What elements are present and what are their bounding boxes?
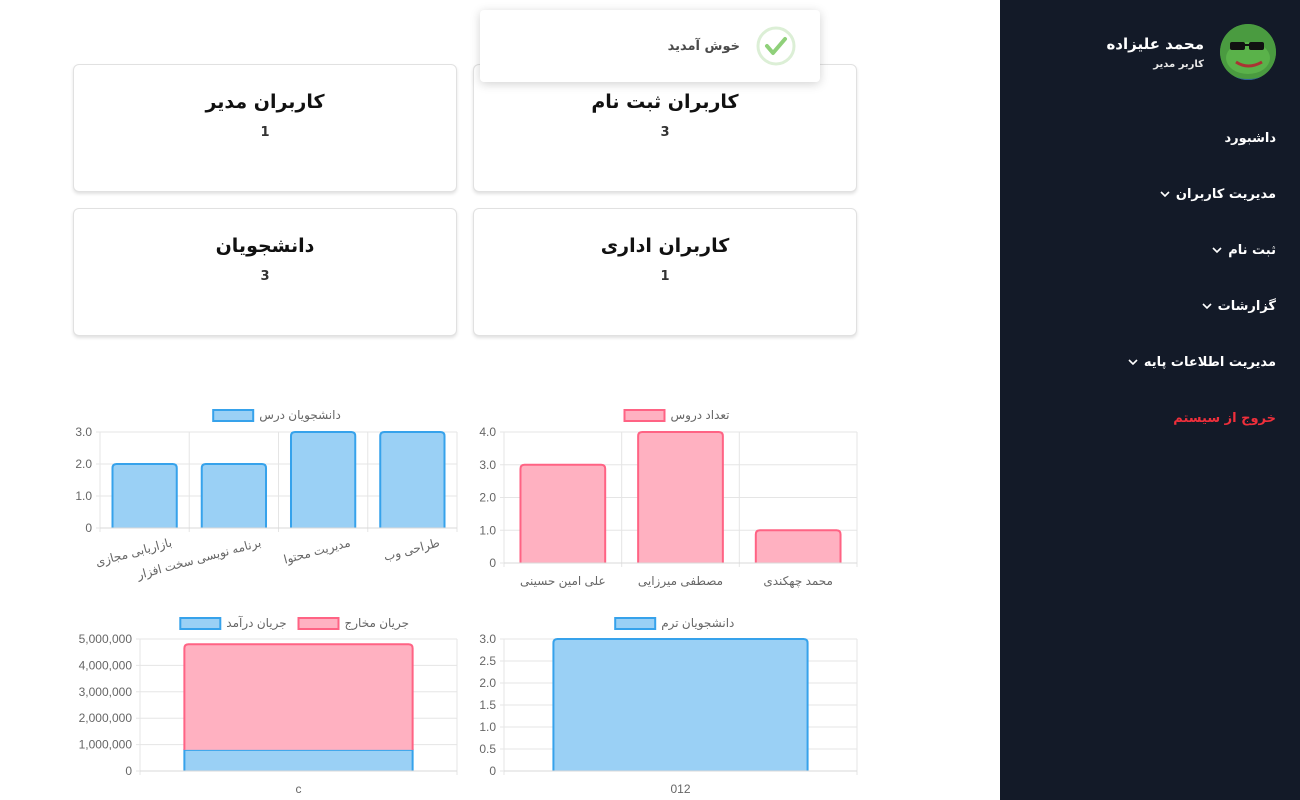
y-tick-label: 0 <box>489 764 496 778</box>
chevron-down-icon <box>1212 247 1222 254</box>
legend-label: تعداد دروس <box>671 408 730 423</box>
y-tick-label: 2.0 <box>479 676 496 690</box>
sidebar-item-label: مدیریت کاربران <box>1175 186 1276 202</box>
sidebar-item-label: داشبورد <box>1224 130 1276 146</box>
chart-bar <box>111 463 178 528</box>
avatar <box>1220 24 1276 80</box>
y-tick-label: 4.0 <box>479 425 496 439</box>
stat-card-registered-users: کاربران ثبت نام 3 <box>473 64 857 192</box>
card-value: 1 <box>660 269 670 284</box>
y-tick-label: 3.0 <box>75 425 92 439</box>
y-tick-label: 1.0 <box>75 489 92 503</box>
y-tick-label: 0.5 <box>479 742 496 756</box>
y-tick-label: 5,000,000 <box>79 632 133 646</box>
legend-label: جریان مخارج <box>345 616 410 631</box>
toast-message: خوش آمدید <box>667 38 740 54</box>
y-tick-label: 1.0 <box>479 523 496 537</box>
y-tick-label: 0 <box>489 556 496 570</box>
y-tick-label: 2.0 <box>75 457 92 471</box>
y-tick-label: 2.0 <box>479 491 496 505</box>
chart-bar <box>183 748 414 771</box>
card-title: کاربران اداری <box>600 235 730 257</box>
chart-legend: جریان درآمد جریان مخارج <box>179 615 410 631</box>
user-name: محمد علیزاده <box>1106 34 1204 53</box>
card-title: دانشجویان <box>215 235 315 257</box>
y-tick-label: 3.0 <box>479 632 496 646</box>
stat-card-students: دانشجویان 3 <box>73 208 457 336</box>
sidebar-menu: داشبورد مدیریت کاربران ثبت نام گزارشات م… <box>1026 110 1276 446</box>
chart-bar <box>552 638 809 771</box>
y-tick-label: 0 <box>85 521 92 535</box>
y-tick-label: 3,000,000 <box>79 685 133 699</box>
x-tick-label: مصطفی میرزایی <box>638 574 723 589</box>
y-tick-label: 1,000,000 <box>79 738 133 752</box>
card-value: 3 <box>660 125 670 140</box>
legend-swatch <box>179 617 222 630</box>
sidebar-item-base-info[interactable]: مدیریت اطلاعات پایه <box>1026 334 1276 390</box>
y-tick-label: 2.5 <box>479 654 496 668</box>
y-tick-label: 1.5 <box>479 698 496 712</box>
x-tick-label: 012 <box>670 782 690 796</box>
x-tick-label: طراحی وب <box>382 535 441 564</box>
chart-legend: دانشجویان درس <box>212 408 341 423</box>
card-title: کاربران ثبت نام <box>591 91 739 113</box>
welcome-toast[interactable]: خوش آمدید <box>480 10 820 82</box>
card-value: 1 <box>260 125 270 140</box>
chart-bar <box>637 431 724 563</box>
sidebar: محمد علیزاده کاربر مدیر داشبورد مدیریت ک… <box>1000 0 1300 800</box>
card-title: کاربران مدیر <box>205 91 325 113</box>
chart-legend: دانشجویان ترم <box>614 616 734 631</box>
chart-finance-flow: جریان درآمد جریان مخارج 0 1,000,000 2,000,00… <box>79 615 458 796</box>
y-tick-label: 3.0 <box>479 458 496 472</box>
sidebar-item-label: گزارشات <box>1217 298 1276 314</box>
chart-bar <box>379 431 446 528</box>
legend-swatch <box>614 617 657 630</box>
legend-label: دانشجویان ترم <box>661 616 734 631</box>
user-role: کاربر مدیر <box>1153 58 1204 70</box>
user-profile: محمد علیزاده کاربر مدیر <box>1106 24 1276 80</box>
y-tick-label: 1.0 <box>479 720 496 734</box>
sidebar-item-label: ثبت نام <box>1228 242 1276 258</box>
chart-bar <box>519 463 607 563</box>
sidebar-item-user-management[interactable]: مدیریت کاربران <box>1026 166 1276 222</box>
sidebar-item-label: خروج از سیستم <box>1173 410 1276 426</box>
sidebar-item-reports[interactable]: گزارشات <box>1026 278 1276 334</box>
chevron-down-icon <box>1128 359 1138 366</box>
x-tick-label: محمد چهکندی <box>763 574 833 588</box>
legend-swatch <box>623 409 666 422</box>
sidebar-item-logout[interactable]: خروج از سیستم <box>1026 390 1276 446</box>
legend-swatch <box>212 409 255 422</box>
chevron-down-icon <box>1202 303 1212 310</box>
sidebar-item-registration[interactable]: ثبت نام <box>1026 222 1276 278</box>
stat-card-office-users: کاربران اداری 1 <box>473 208 857 336</box>
y-tick-label: 4,000,000 <box>79 658 133 672</box>
y-tick-label: 0 <box>125 764 132 778</box>
card-value: 3 <box>260 269 270 284</box>
check-circle-icon <box>756 26 796 66</box>
chart-bar <box>200 463 268 528</box>
chart-legend: تعداد دروس <box>623 408 730 423</box>
chart-bar <box>289 431 357 528</box>
chart-term-students: دانشجویان ترم 0 0.5 1.0 1.5 2.0 2.5 3.0 012 <box>479 616 858 796</box>
chart-courses-per-teacher: تعداد دروس 0 1.0 2.0 3.0 4.0 علی امین حسینی مصط… <box>479 408 858 589</box>
legend-label: جریان درآمد <box>226 615 286 631</box>
chevron-down-icon <box>1160 191 1170 198</box>
legend-label: دانشجویان درس <box>259 408 341 423</box>
x-tick-label: علی امین حسینی <box>520 574 606 589</box>
sidebar-item-dashboard[interactable]: داشبورد <box>1026 110 1276 166</box>
legend-swatch <box>297 617 340 630</box>
chart-bar <box>183 643 414 750</box>
y-tick-label: 2,000,000 <box>79 711 133 725</box>
x-tick-label: c <box>296 782 302 796</box>
x-tick-label: مدیریت محتوا <box>282 535 352 567</box>
sidebar-item-label: مدیریت اطلاعات پایه <box>1143 354 1276 370</box>
chart-bar <box>754 529 842 563</box>
chart-students-per-course: دانشجویان درس01.02.03.0بازاریابی مجازیبر… <box>75 408 458 583</box>
stat-card-admin-users: کاربران مدیر 1 <box>73 64 457 192</box>
